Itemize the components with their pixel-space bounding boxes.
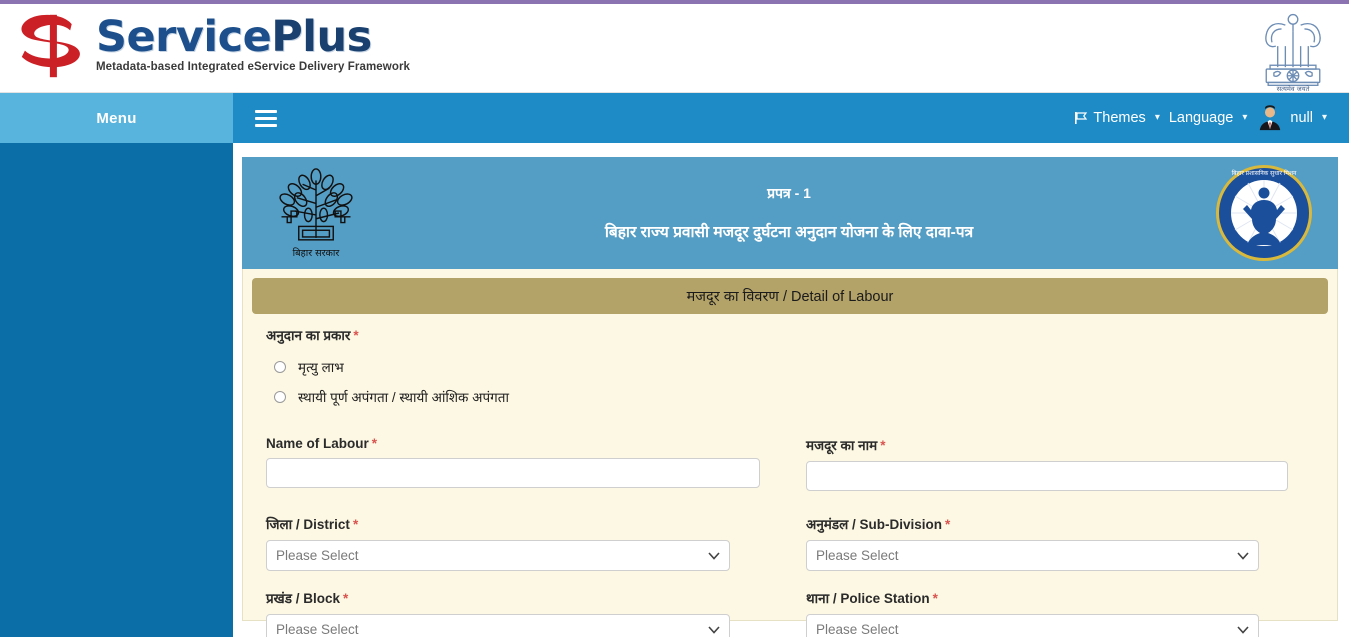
nav-items: Themes ▾ Language ▾ null ▾ (1069, 105, 1331, 131)
label-sub-division: अनुमंडल / Sub-Division * (806, 517, 951, 532)
form-panel: मजदूर का विवरण / Detail of Labour अनुदान… (242, 269, 1338, 637)
field-row-district-subdivision: जिला / District * Please Select अनुमंडल … (266, 515, 1314, 571)
field-row-names: Name of Labour * मजदूर का नाम * (266, 436, 1314, 491)
input-majdoor-ka-naam[interactable] (806, 461, 1288, 491)
banner-text: प्रपत्र - 1 बिहार राज्य प्रवासी मजदूर दु… (364, 184, 1214, 242)
emblem-caption: सत्यमेव जयते (1277, 85, 1310, 92)
brand-tagline: Metadata-based Integrated eService Deliv… (96, 61, 411, 73)
masthead: ServicePlus Metadata-based Integrated eS… (0, 4, 1349, 93)
select-district[interactable]: Please Select (266, 540, 731, 571)
scheme-title: बिहार राज्य प्रवासी मजदूर दुर्घटना अनुदा… (604, 224, 974, 241)
select-block-value: Please Select (276, 622, 359, 637)
select-block[interactable]: Please Select (266, 614, 731, 637)
main-content: बिहार सरकार प्रपत्र - 1 बिहार राज्य प्रव… (233, 143, 1349, 637)
menu-tab[interactable]: Menu (0, 93, 233, 143)
user-label: null (1290, 110, 1313, 126)
bihar-emblem-caption: बिहार सरकार (293, 247, 341, 259)
language-menu[interactable]: Language (1164, 110, 1239, 126)
select-police-station-value: Please Select (816, 622, 899, 637)
form-banner: बिहार सरकार प्रपत्र - 1 बिहार राज्य प्रव… (242, 157, 1338, 269)
label-majdoor-ka-naam: मजदूर का नाम * (806, 438, 886, 453)
serviceplus-brand[interactable]: ServicePlus Metadata-based Integrated eS… (14, 10, 410, 82)
field-group-sub-division: अनुमंडल / Sub-Division * Please Select (790, 515, 1314, 571)
label-district: जिला / District * (266, 517, 359, 532)
avatar[interactable] (1257, 105, 1283, 131)
page-body: बिहार सरकार प्रपत्र - 1 बिहार राज्य प्रव… (0, 143, 1349, 637)
user-chevron-down-icon[interactable]: ▾ (1318, 113, 1331, 123)
label-block: प्रखंड / Block * (266, 591, 349, 606)
language-label: Language (1168, 110, 1234, 126)
brand-text: ServicePlus Metadata-based Integrated eS… (96, 10, 410, 73)
radio-button-icon[interactable] (274, 391, 286, 403)
flag-icon (1075, 112, 1088, 124)
field-group-name-of-labour: Name of Labour * (266, 436, 790, 491)
select-police-station[interactable]: Please Select (806, 614, 1260, 637)
serviceplus-logo-icon (21, 14, 80, 78)
hamburger-menu-icon[interactable] (255, 109, 277, 127)
field-group-police-station: थाना / Police Station * Please Select (790, 589, 1314, 637)
select-sub-division[interactable]: Please Select (806, 540, 1260, 571)
bihar-prashasanik-sudhar-mission-logo-icon: बिहार प्रशासनिक सुधार मिशन (1216, 165, 1312, 261)
radio-button-icon[interactable] (274, 361, 286, 373)
themes-label: Themes (1093, 110, 1146, 126)
field-group-block: प्रखंड / Block * Please Select (266, 589, 790, 637)
field-group-majdoor-ka-naam: मजदूर का नाम * (790, 436, 1314, 491)
section-header-detail-of-labour: मजदूर का विवरण / Detail of Labour (252, 278, 1328, 314)
logo-caption: बिहार प्रशासनिक सुधार मिशन (1232, 169, 1297, 177)
radio-label: स्थायी पूर्ण अपंगता / स्थायी आंशिक अपंगत… (298, 390, 509, 405)
form-number: प्रपत्र - 1 (767, 185, 811, 201)
select-sub-division-value: Please Select (816, 548, 899, 563)
bihar-government-emblem-icon: बिहार सरकार (279, 168, 353, 259)
user-menu[interactable]: null (1285, 110, 1318, 126)
nav-right-region: Themes ▾ Language ▾ null ▾ (233, 93, 1349, 143)
sidebar-menu-panel[interactable] (0, 143, 233, 637)
radio-label: मृत्यु लाभ (298, 360, 344, 375)
field-row-block-police-station: प्रखंड / Block * Please Select थाना / Po… (266, 589, 1314, 637)
form-fields: अनुदान का प्रकार * मृत्यु लाभ स्थायी पूर्… (252, 314, 1328, 637)
radio-option-death-benefit[interactable]: मृत्यु लाभ (274, 358, 1314, 376)
select-district-value: Please Select (276, 548, 359, 563)
label-police-station: थाना / Police Station * (806, 591, 938, 606)
label-name-of-labour: Name of Labour * (266, 436, 378, 451)
input-name-of-labour[interactable] (266, 458, 760, 488)
top-nav-bar: Menu Themes ▾ Language ▾ null ▾ (0, 93, 1349, 143)
themes-chevron-down-icon[interactable]: ▾ (1151, 113, 1164, 123)
field-group-district: जिला / District * Please Select (266, 515, 790, 571)
radio-option-permanent-disability[interactable]: स्थायी पूर्ण अपंगता / स्थायी आंशिक अपंगत… (274, 388, 1314, 406)
language-chevron-down-icon[interactable]: ▾ (1238, 113, 1251, 123)
brand-title: ServicePlus (96, 12, 372, 62)
themes-menu[interactable]: Themes (1069, 110, 1150, 126)
national-emblem-icon: सत्यमेव जयते (1265, 13, 1321, 92)
label-grant-type: अनुदान का प्रकार * (266, 328, 359, 343)
